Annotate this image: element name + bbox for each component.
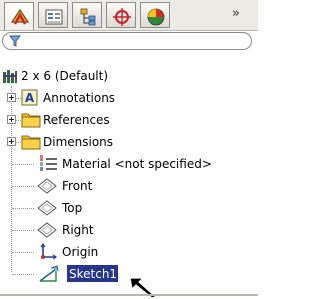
tree-item-front-plane[interactable]: Front bbox=[0, 176, 258, 196]
svg-text:A: A bbox=[25, 91, 35, 105]
more-tabs-button[interactable]: » bbox=[232, 6, 240, 21]
expand-toggle[interactable] bbox=[7, 115, 16, 124]
configuration-manager-icon bbox=[80, 8, 96, 26]
folder-icon bbox=[21, 135, 41, 150]
tree-item-label: Sketch1 bbox=[69, 267, 118, 281]
tree-connector bbox=[12, 252, 34, 253]
tree-item-label: Dimensions bbox=[43, 135, 114, 149]
display-manager-icon bbox=[147, 8, 165, 26]
tree-item-dimensions[interactable]: Dimensions bbox=[0, 132, 258, 152]
property-manager-tab[interactable] bbox=[38, 2, 68, 28]
tree-connector bbox=[12, 274, 34, 275]
tree-item-label: Top bbox=[62, 201, 83, 215]
plane-icon bbox=[37, 222, 57, 238]
tree-item-label: Material <not specified> bbox=[62, 157, 212, 171]
dimxpert-manager-tab[interactable] bbox=[106, 2, 136, 28]
tree-item-references[interactable]: References bbox=[0, 110, 258, 130]
tree-item-label: Annotations bbox=[43, 91, 116, 105]
property-manager-icon bbox=[45, 9, 63, 25]
material-icon bbox=[40, 155, 57, 171]
tree-item-material[interactable]: Material <not specified> bbox=[0, 154, 258, 174]
tree-item-annotations[interactable]: A Annotations bbox=[0, 88, 258, 108]
plane-icon bbox=[37, 178, 57, 194]
origin-icon bbox=[40, 243, 58, 260]
tree-item-label: Right bbox=[62, 223, 94, 237]
annotations-icon: A bbox=[21, 89, 38, 106]
expand-toggle[interactable] bbox=[7, 93, 16, 102]
filter-bar[interactable] bbox=[2, 32, 252, 50]
expand-toggle[interactable] bbox=[7, 137, 16, 146]
tree-root-label: 2 x 6 (Default) bbox=[21, 69, 109, 83]
feature-manager-icon bbox=[10, 8, 30, 25]
tree-item-origin[interactable]: Origin bbox=[0, 242, 258, 262]
feature-manager-tab[interactable] bbox=[4, 2, 34, 30]
funnel-filter-icon bbox=[9, 35, 21, 47]
tree-connector bbox=[12, 230, 34, 231]
tree-connector bbox=[12, 164, 34, 165]
tree-connector bbox=[12, 208, 34, 209]
tree-item-label: Origin bbox=[62, 245, 99, 259]
dimxpert-manager-icon bbox=[113, 8, 131, 26]
configuration-manager-tab[interactable] bbox=[72, 2, 102, 28]
folder-icon bbox=[21, 113, 41, 128]
tree-item-top-plane[interactable]: Top bbox=[0, 198, 258, 218]
plane-icon bbox=[37, 200, 57, 216]
panel-bottom-border bbox=[0, 294, 258, 296]
sketch-icon bbox=[39, 265, 59, 282]
part-icon bbox=[3, 70, 17, 83]
manager-tab-bar: » bbox=[0, 0, 258, 31]
tree-root-part[interactable]: 2 x 6 (Default) bbox=[0, 66, 258, 86]
tree-item-label: Front bbox=[62, 179, 93, 193]
tree-connector bbox=[12, 186, 34, 187]
tree-item-right-plane[interactable]: Right bbox=[0, 220, 258, 240]
display-manager-tab[interactable] bbox=[140, 2, 170, 28]
tree-item-label: References bbox=[43, 113, 110, 127]
